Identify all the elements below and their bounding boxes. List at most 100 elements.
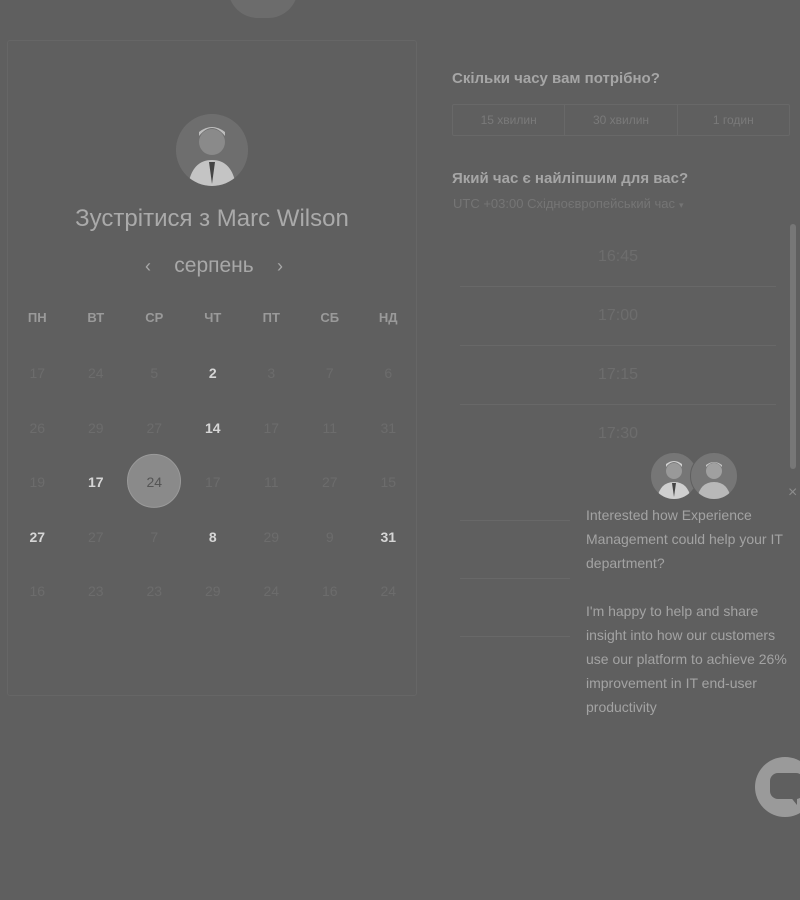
calendar-day-number: 17 [263,419,280,436]
calendar-day-number: 24 [380,583,397,600]
calendar-day-number: 31 [380,528,397,545]
calendar-day: 19 [8,455,67,510]
calendar-day-number: 27 [321,474,338,491]
calendar-day: 17 [8,346,67,401]
agent-avatar [690,452,738,500]
host-avatar [176,114,248,186]
duration-option-15[interactable]: 15 хвилин [453,105,566,135]
calendar-day-number: 16 [321,583,338,600]
duration-selector: 15 хвилин 30 хвилин 1 годин [452,104,790,136]
time-slot[interactable]: 17:15 [460,346,776,405]
duration-option-60[interactable]: 1 годин [678,105,789,135]
calendar-day: 5 [125,346,184,401]
weekday-label: ВТ [87,310,105,325]
calendar-day: 27 [67,510,126,565]
calendar-day[interactable]: 2 [184,346,243,401]
calendar-day-number: 11 [322,419,338,436]
calendar-days-grid: 17 24 5 2 3 7 6 26 29 27 14 17 11 31 19 17 24 17 11 27 15 27 2… [8,346,416,619]
calendar-day-number: 19 [29,474,46,491]
calendar-day-number: 3 [267,365,276,382]
calendar-day[interactable]: 31 [359,510,418,565]
prev-month-icon[interactable]: ‹ [140,256,156,277]
calendar-day-number: 24 [146,474,163,491]
calendar-day: 23 [67,564,126,619]
calendar-day-number: 2 [208,365,217,382]
time-list-scrollbar[interactable] [790,224,796,469]
calendar-day-selected[interactable]: 24 [125,455,184,510]
calendar-day[interactable]: 17 [67,455,126,510]
calendar-day-number: 24 [87,365,104,382]
weekday-label: ПТ [262,310,280,325]
calendar-day-number: 31 [380,419,397,436]
calendar-day: 7 [301,346,360,401]
close-icon[interactable]: × [788,484,797,502]
calendar-day[interactable]: 27 [8,510,67,565]
calendar-day: 26 [8,401,67,456]
calendar-day: 3 [242,346,301,401]
calendar-day-number: 14 [204,419,221,436]
weekday-label: СР [145,310,164,325]
time-question: Який час є найліпшим для вас? [452,170,689,187]
calendar-day-number: 17 [29,365,46,382]
duration-option-30[interactable]: 30 хвилин [565,105,678,135]
weekday-label: НД [378,310,398,325]
next-month-icon[interactable]: › [272,256,288,277]
calendar-day[interactable]: 14 [184,401,243,456]
time-slot-divider [460,636,570,637]
calendar-day: 16 [301,564,360,619]
calendar-day: 24 [359,564,418,619]
calendar-day-number: 17 [204,474,221,491]
month-navigator: ‹ серпень › [140,252,288,280]
calendar-day-number: 27 [87,528,104,545]
calendar-day-number: 23 [87,583,104,600]
calendar-day-number: 29 [263,528,280,545]
calendar-day-number: 7 [325,365,334,382]
calendar-day: 27 [301,455,360,510]
weekday-label: СБ [320,310,340,325]
calendar-day: 11 [242,455,301,510]
calendar-day-number: 29 [87,419,104,436]
time-slot-divider [460,578,570,579]
chat-message-line: I'm happy to help and share insight into… [586,603,787,715]
calendar-day: 23 [125,564,184,619]
weekday-label: ЧТ [204,310,222,325]
time-slot-list: 16:45 17:00 17:15 17:30 [460,228,776,463]
calendar-day-number: 6 [384,365,393,382]
chat-launcher-button[interactable] [755,757,800,817]
time-slot-divider [460,520,570,521]
calendar-day: 17 [242,401,301,456]
calendar-day-number: 26 [29,419,46,436]
month-label: серпень [174,254,254,277]
calendar-day: 29 [242,510,301,565]
chevron-down-icon: ▾ [678,200,684,210]
logo-icon [228,0,298,18]
chat-bubble-tail [789,795,797,805]
calendar-day: 31 [359,401,418,456]
calendar-day-number: 23 [146,583,163,600]
calendar-day: 17 [184,455,243,510]
calendar-day[interactable]: 8 [184,510,243,565]
calendar-day: 24 [67,346,126,401]
calendar-day-number: 7 [150,528,159,545]
calendar-day-number: 9 [325,528,334,545]
calendar-day-number: 11 [263,474,279,491]
calendar-day-number: 24 [263,583,280,600]
chat-message: Interested how Experience Management cou… [586,503,798,743]
calendar-day: 6 [359,346,418,401]
calendar-day: 7 [125,510,184,565]
calendar-day-number: 27 [29,528,46,545]
calendar-day: 24 [242,564,301,619]
time-slot[interactable]: 16:45 [460,228,776,287]
calendar-day-number: 8 [208,528,217,545]
calendar-day-number: 16 [29,583,46,600]
timezone-dropdown[interactable]: UTC +03:00 Східноєвропейський час ▾ [453,196,684,211]
calendar-day: 11 [301,401,360,456]
calendar-day-number: 15 [380,474,397,491]
calendar-day: 29 [184,564,243,619]
calendar-day-number: 17 [87,474,104,491]
duration-question: Скільки часу вам потрібно? [452,70,660,87]
weekday-header: ПН ВТ СР ЧТ ПТ СБ НД [8,310,416,325]
timezone-label: UTC +03:00 Східноєвропейський час [453,196,675,211]
calendar-day: 16 [8,564,67,619]
time-slot[interactable]: 17:00 [460,287,776,346]
